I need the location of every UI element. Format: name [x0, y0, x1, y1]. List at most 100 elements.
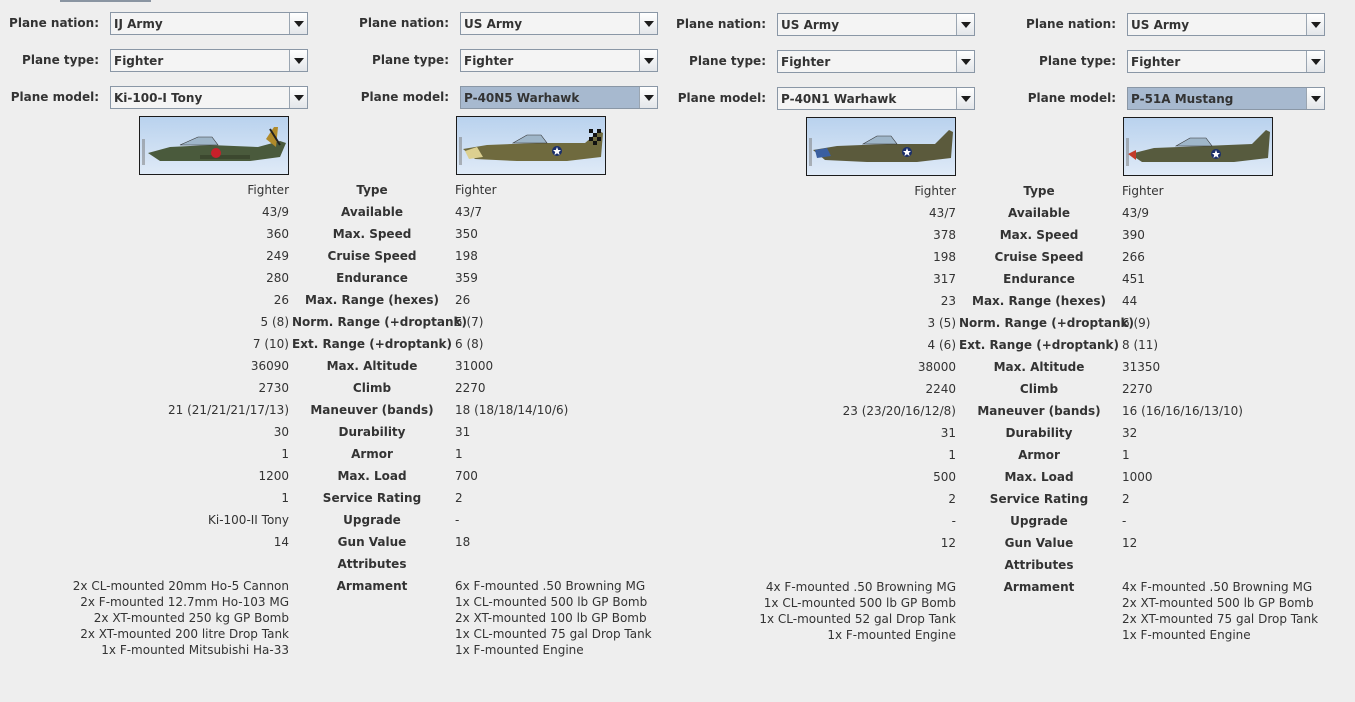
stat-value-left: 500: [933, 470, 956, 484]
armament-item: 6x F-mounted .50 Browning MG: [455, 579, 646, 593]
stat-value-right: 1000: [1122, 470, 1153, 484]
plane-nation-select[interactable]: US Army: [460, 12, 658, 35]
armament-item: 1x F-mounted Engine: [827, 628, 956, 642]
stat-label: Type: [1023, 184, 1055, 198]
chevron-down-icon[interactable]: [1306, 51, 1324, 72]
comparison-panel-left: Plane nation: IJ Army Plane type: Fighte…: [0, 0, 676, 701]
plane-nation-select[interactable]: US Army: [777, 13, 975, 36]
stat-label: Armor: [351, 447, 393, 461]
stat-value-right: 2270: [455, 381, 486, 395]
armament-item: 4x F-mounted .50 Browning MG: [1122, 580, 1313, 594]
stat-value-left: 12: [940, 536, 956, 550]
stat-label: Maneuver (bands): [977, 404, 1101, 418]
stat-value-left: 2: [948, 492, 956, 506]
armament-item: 2x F-mounted 12.7mm Ho-103 MG: [80, 595, 289, 609]
stat-value-right: 2270: [1122, 382, 1153, 396]
stat-value-left: 249: [266, 249, 289, 263]
plane-image-p40n1: [806, 117, 956, 176]
plane-model-label: Plane model:: [677, 91, 766, 105]
plane-model-select[interactable]: Ki-100-I Tony: [110, 86, 308, 109]
stat-value-right: Fighter: [455, 183, 497, 197]
stat-label: Maneuver (bands): [310, 403, 434, 417]
stat-label: Ext. Range (+droptank): [959, 338, 1119, 352]
stat-value-right: 359: [455, 271, 478, 285]
chevron-down-icon[interactable]: [956, 14, 974, 35]
stat-value-left: 1: [948, 448, 956, 462]
stat-value-right: -: [1122, 514, 1127, 528]
select-value: IJ Army: [114, 16, 163, 31]
plane-type-label: Plane type:: [22, 53, 99, 67]
stat-value-left: 23: [940, 294, 956, 308]
stat-label: Max. Altitude: [993, 360, 1085, 374]
chevron-down-icon[interactable]: [289, 50, 307, 71]
stat-value-left: 43/9: [262, 205, 289, 219]
stat-label: Climb: [1019, 382, 1059, 396]
stat-value-right: 350: [455, 227, 478, 241]
chevron-down-icon[interactable]: [1306, 88, 1324, 109]
stat-label: Attributes: [1004, 558, 1074, 572]
stat-value-left: 360: [266, 227, 289, 241]
chevron-down-icon[interactable]: [956, 51, 974, 72]
stat-value-right: 18: [455, 535, 471, 549]
plane-model-label: Plane model:: [1027, 91, 1116, 105]
stat-value-right: 44: [1122, 294, 1138, 308]
stat-value-right: 8 (11): [1122, 338, 1159, 352]
plane-model-select[interactable]: P-40N5 Warhawk: [460, 86, 658, 109]
plane-image-ki100: [139, 116, 289, 175]
plane-type-label: Plane type:: [372, 53, 449, 67]
plane-model-select[interactable]: P-40N1 Warhawk: [777, 87, 975, 110]
stat-label: Max. Speed: [332, 227, 412, 241]
chevron-down-icon[interactable]: [639, 87, 657, 108]
stat-label: Endurance: [1003, 272, 1075, 286]
stat-value-left: 2730: [258, 381, 289, 395]
stat-value-left: 30: [273, 425, 289, 439]
chevron-down-icon[interactable]: [639, 50, 657, 71]
plane-model-select[interactable]: P-51A Mustang: [1127, 87, 1325, 110]
chevron-down-icon[interactable]: [639, 13, 657, 34]
stat-label: Ext. Range (+droptank): [292, 337, 452, 351]
stat-label: Gun Value: [1004, 536, 1074, 550]
plane-nation-select[interactable]: US Army: [1127, 13, 1325, 36]
plane-type-select[interactable]: Fighter: [110, 49, 308, 72]
stat-label: Norm. Range (+droptank): [292, 315, 467, 329]
armament-list-left: 2x CL-mounted 20mm Ho-5 Cannon 2x F-mount…: [0, 578, 289, 658]
plane-type-select[interactable]: Fighter: [460, 49, 658, 72]
chevron-down-icon[interactable]: [289, 13, 307, 34]
stat-label: Max. Range (hexes): [305, 293, 439, 307]
plane-nation-select[interactable]: IJ Army: [110, 12, 308, 35]
stat-label: Attributes: [337, 557, 407, 571]
chevron-down-icon[interactable]: [956, 88, 974, 109]
stat-value-left: 2240: [925, 382, 956, 396]
armament-item: 1x CL-mounted 500 lb GP Bomb: [455, 595, 648, 609]
armament-list-right: 6x F-mounted .50 Browning MG 1x CL-mounte…: [455, 578, 652, 658]
chevron-down-icon[interactable]: [1306, 14, 1324, 35]
stat-value-left: 1: [281, 447, 289, 461]
stat-label: Cruise Speed: [327, 249, 417, 263]
stat-value-right: 43/9: [1122, 206, 1149, 220]
armament-item: 1x CL-mounted 52 gal Drop Tank: [759, 612, 956, 626]
chevron-down-icon[interactable]: [289, 87, 307, 108]
stat-value-right: 18 (18/18/14/10/6): [455, 403, 569, 417]
select-value: US Army: [464, 16, 523, 31]
stat-value-left: 31: [940, 426, 956, 440]
stat-label: Max. Range (hexes): [972, 294, 1106, 308]
stat-label: Cruise Speed: [994, 250, 1084, 264]
plane-type-select[interactable]: Fighter: [1127, 50, 1325, 73]
stat-value-right: -: [455, 513, 460, 527]
stat-value-left: 43/7: [929, 206, 956, 220]
stat-value-left: 280: [266, 271, 289, 285]
stat-value-left: 7 (10): [252, 337, 289, 351]
armament-item: 1x CL-mounted 75 gal Drop Tank: [455, 627, 652, 641]
select-value: P-40N5 Warhawk: [464, 90, 580, 105]
stat-value-left: Ki-100-II Tony: [208, 513, 289, 527]
stat-value-right: 390: [1122, 228, 1145, 242]
armament-list-right: 4x F-mounted .50 Browning MG 2x XT-mounte…: [1122, 579, 1318, 643]
plane-type-select[interactable]: Fighter: [777, 50, 975, 73]
stat-value-right: Fighter: [1122, 184, 1164, 198]
stat-value-left: 36090: [250, 359, 289, 373]
stat-label: Armament: [1003, 580, 1075, 594]
stat-value-right: 1: [455, 447, 463, 461]
stat-value-left: [667, 557, 956, 573]
stat-value-right: 198: [455, 249, 478, 263]
stat-value-right: 6 (8): [455, 337, 484, 351]
